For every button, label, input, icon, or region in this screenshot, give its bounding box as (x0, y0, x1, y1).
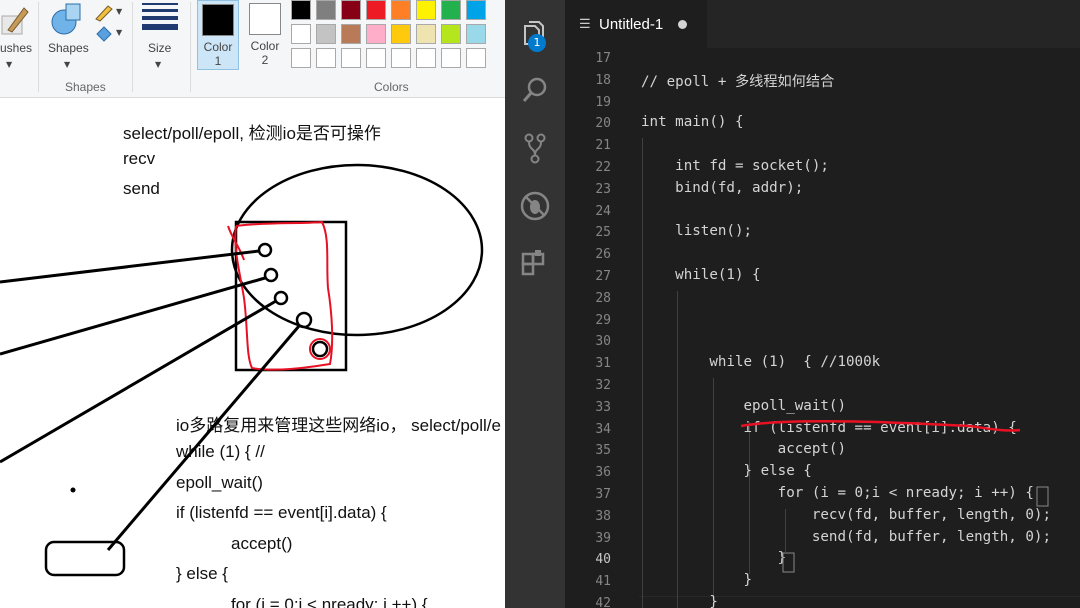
editor-tab-bar: ☰ Untitled-1 (565, 0, 1080, 48)
palette-color-swatch[interactable] (391, 0, 411, 20)
size-label[interactable]: Size (148, 41, 171, 55)
svg-text:▼: ▼ (116, 28, 123, 37)
color2-label: Color (250, 39, 280, 53)
color2-swatch (249, 3, 281, 35)
palette-color-swatch[interactable] (391, 48, 411, 68)
tab-title: Untitled-1 (599, 16, 664, 33)
palette-color-swatch[interactable] (366, 24, 386, 44)
palette-color-swatch[interactable] (316, 48, 336, 68)
debug-icon[interactable] (519, 190, 551, 222)
palette-color-swatch[interactable] (441, 24, 461, 44)
connection-line-4 (106, 325, 301, 551)
shapes-label[interactable]: Shapes (48, 41, 89, 55)
palette-color-swatch[interactable] (416, 24, 436, 44)
io-circle-5 (311, 340, 329, 358)
palette-color-swatch[interactable] (416, 48, 436, 68)
tab-untitled-1[interactable]: ☰ Untitled-1 (565, 0, 707, 48)
unsaved-dot-icon[interactable] (678, 20, 687, 29)
hand-drawn-diagram (0, 163, 484, 577)
paint-canvas[interactable]: select/poll/epoll, 检测io是否可操作 recv send i… (0, 98, 505, 608)
palette-color-swatch[interactable] (291, 24, 311, 44)
io-circle-4 (295, 311, 313, 329)
shapes-icon[interactable] (50, 2, 86, 38)
paint-ribbon: ushes ▼ Shapes ▼ Shapes ▼ ▼ Size ▼ Color… (0, 0, 505, 98)
brushes-label[interactable]: ushes (0, 41, 32, 55)
annotation-layer (740, 420, 1049, 573)
fill-bucket-icon[interactable]: ▼ (94, 24, 126, 44)
palette-color-swatch[interactable] (291, 48, 311, 68)
palette-color-swatch[interactable] (441, 48, 461, 68)
code-editor[interactable]: 17 18 19 20 21 22 23 24 25 26 27 28 29 30 31 32 33 34 35 36… (565, 48, 1080, 608)
palette-color-swatch[interactable] (416, 0, 436, 20)
palette-color-swatch[interactable] (391, 24, 411, 44)
palette-color-swatch[interactable] (291, 0, 311, 20)
io-circle-1 (257, 242, 273, 258)
size-icon[interactable] (140, 0, 180, 34)
shapes-group-label: Shapes (65, 80, 106, 94)
connection-line-1 (0, 249, 260, 284)
red-strike-annotation (740, 420, 1021, 432)
palette-color-swatch[interactable] (366, 0, 386, 20)
svg-text:▼: ▼ (116, 7, 123, 16)
explorer-badge: 1 (528, 34, 546, 52)
color1-number: 1 (214, 54, 222, 68)
color1-button[interactable]: Color 1 (197, 0, 239, 70)
palette-color-swatch[interactable] (341, 0, 361, 20)
colors-group-label: Colors (374, 80, 409, 94)
color2-button[interactable]: Color 2 (244, 0, 286, 70)
vscode-window: 1 ☰ Untitled-1 17 18 19 20 21 22 23 24 2… (505, 0, 1080, 608)
palette-color-swatch[interactable] (441, 0, 461, 20)
palette-color-swatch[interactable] (466, 0, 486, 20)
bracket-match-box-1 (1036, 486, 1049, 507)
io-circle-3 (273, 290, 289, 306)
extensions-icon[interactable] (519, 246, 551, 278)
search-icon[interactable] (519, 74, 551, 106)
outline-pen-icon[interactable]: ▼ (94, 3, 126, 23)
color2-number: 2 (261, 53, 269, 67)
color1-label: Color (203, 40, 233, 54)
source-control-icon[interactable] (519, 132, 551, 164)
shapes-dropdown-icon[interactable]: ▼ (64, 60, 70, 69)
palette-color-swatch[interactable] (466, 24, 486, 44)
brushes-icon[interactable] (0, 2, 30, 38)
activity-bar: 1 (505, 0, 565, 608)
connection-line-3 (0, 299, 277, 464)
palette-color-swatch[interactable] (316, 24, 336, 44)
drawn-ellipse (230, 163, 484, 337)
paint-window: ushes ▼ Shapes ▼ Shapes ▼ ▼ Size ▼ Color… (0, 0, 505, 608)
bracket-match-box-2 (782, 552, 795, 573)
palette-color-swatch[interactable] (316, 0, 336, 20)
palette-color-swatch[interactable] (466, 48, 486, 68)
palette-color-swatch[interactable] (366, 48, 386, 68)
palette-color-swatch[interactable] (341, 24, 361, 44)
color1-swatch (202, 4, 234, 36)
red-scribble (234, 220, 334, 371)
connection-line-2 (0, 276, 266, 356)
palette-color-swatch[interactable] (341, 48, 361, 68)
size-dropdown-icon[interactable]: ▼ (155, 60, 161, 69)
brushes-dropdown-icon[interactable]: ▼ (6, 60, 12, 69)
io-circle-2 (263, 267, 279, 283)
file-lines-icon: ☰ (579, 16, 591, 31)
